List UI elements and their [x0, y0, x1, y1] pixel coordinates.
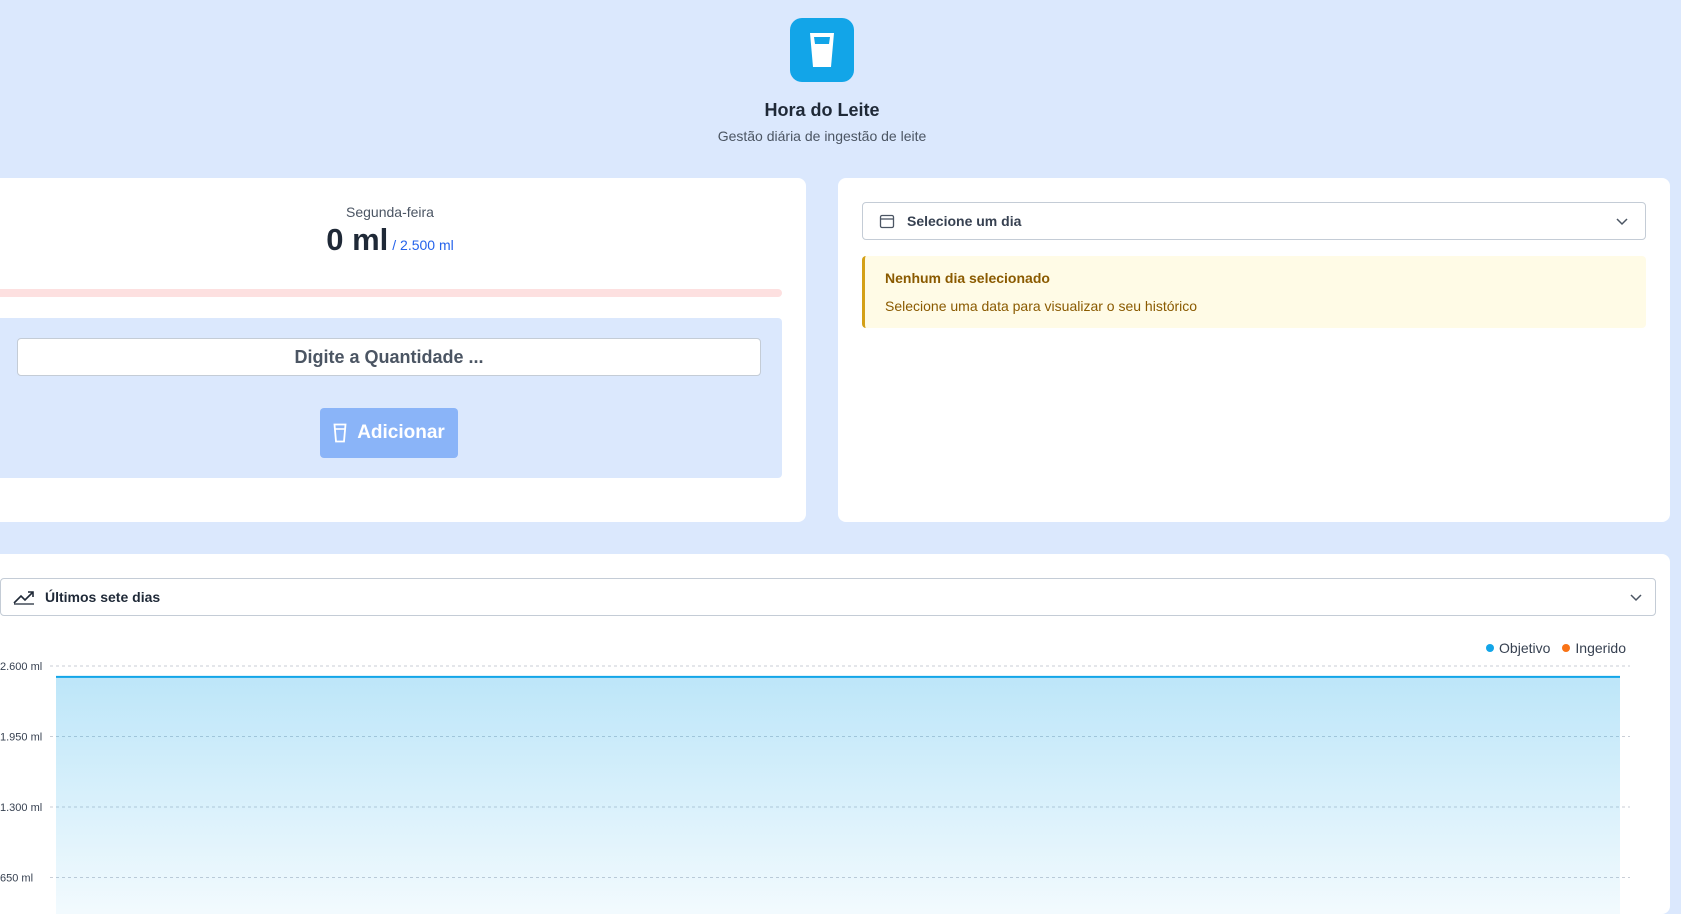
chart-card: Últimos sete dias Objetivo Ingerido 650 …	[0, 554, 1670, 914]
alert-text: Selecione uma data para visualizar o seu…	[885, 298, 1198, 314]
chart-section-toggle[interactable]: Últimos sete dias	[0, 578, 1656, 616]
trending-up-icon	[13, 591, 34, 605]
alert-title: Nenhum dia selecionado	[885, 270, 1050, 286]
app-title: Hora do Leite	[764, 100, 880, 120]
no-day-alert: Nenhum dia selecionado Selecione uma dat…	[862, 256, 1646, 328]
progress-bar	[0, 289, 782, 297]
chart-section-title: Últimos sete dias	[45, 589, 161, 605]
milk-glass-icon	[790, 18, 854, 82]
milk-glass-icon	[333, 423, 347, 443]
legend-dot-intake	[1562, 644, 1571, 652]
add-button-label: Adicionar	[357, 422, 445, 443]
add-button[interactable]: Adicionar	[320, 408, 458, 458]
app-subtitle: Gestão diária de ingestão de leite	[717, 128, 927, 144]
calendar-icon	[879, 214, 895, 229]
chevron-down-icon	[1630, 594, 1642, 602]
y-tick-label: 1.300 ml	[0, 802, 42, 814]
history-card: Selecione um dia Nenhum dia selecionado …	[838, 178, 1670, 522]
day-name: Segunda-feira	[346, 204, 434, 220]
line-chart: 650 ml 1.300 ml 1.950 ml 2.600 ml	[0, 661, 1630, 914]
goal-area	[56, 676, 1620, 914]
input-panel: Adicionar	[0, 318, 782, 478]
goal-amount: / 2.500 ml	[392, 237, 454, 253]
chevron-down-icon	[1616, 218, 1628, 226]
intake-amount: 0 ml	[326, 222, 389, 257]
amount-row: 0 ml/ 2.500 ml	[0, 222, 790, 258]
y-tick-label: 1.950 ml	[0, 732, 42, 744]
y-tick-label: 650 ml	[0, 873, 33, 885]
quantity-input[interactable]	[17, 338, 761, 376]
y-tick-label: 2.600 ml	[0, 661, 42, 673]
app-header: Hora do Leite Gestão diária de ingestão …	[0, 0, 1681, 170]
day-select-label: Selecione um dia	[907, 213, 1022, 229]
today-card: Segunda-feira 0 ml/ 2.500 ml Adicionar	[0, 178, 806, 522]
day-select[interactable]: Selecione um dia	[862, 202, 1646, 240]
legend-dot-goal	[1486, 644, 1495, 652]
